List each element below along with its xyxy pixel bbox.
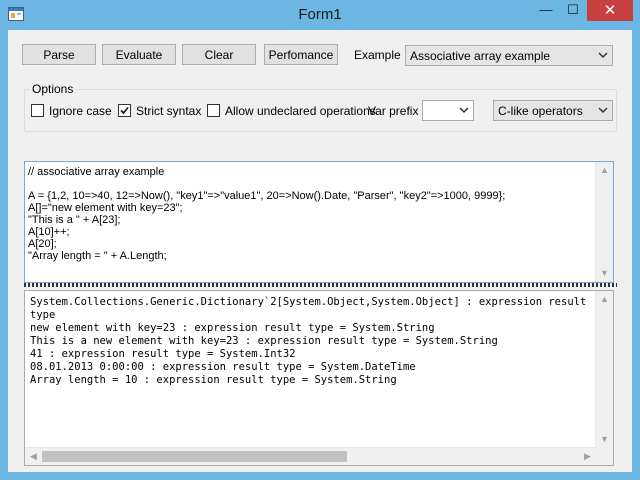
window: Form1 — ☐ ✕ Parse Evaluate Clear Perfoma… <box>0 0 640 480</box>
output-line: 41 : expression result type = System.Int… <box>30 348 296 360</box>
scroll-up-icon[interactable]: ▲ <box>596 162 613 179</box>
scrollbar-corner <box>596 448 613 465</box>
title-bar[interactable]: Form1 — ☐ ✕ <box>0 0 640 30</box>
clear-button[interactable]: Clear <box>182 44 256 65</box>
allow-undeclared-label: Allow undeclared operations <box>225 104 376 118</box>
output-horizontal-scrollbar[interactable]: ◀ ▶ <box>25 447 596 465</box>
chevron-down-icon <box>598 52 608 59</box>
code-line: A[10]++; <box>28 226 70 238</box>
example-select[interactable]: Associative array example <box>405 45 613 66</box>
check-icon <box>120 106 129 115</box>
output-line: new element with key=23 : expression res… <box>30 322 435 334</box>
allow-undeclared-checkbox[interactable] <box>207 104 220 117</box>
code-editor[interactable]: // associative array example A = {1,2, 1… <box>24 161 614 283</box>
ignore-case-checkbox[interactable] <box>31 104 44 117</box>
strict-syntax-checkbox[interactable] <box>118 104 131 117</box>
evaluate-button[interactable]: Evaluate <box>102 44 176 65</box>
operators-select[interactable]: C-like operators <box>493 100 613 121</box>
form-client-area: Parse Evaluate Clear Perfomance Example … <box>8 30 632 472</box>
output-line: System.Collections.Generic.Dictionary`2[… <box>30 296 587 321</box>
scroll-down-icon[interactable]: ▼ <box>596 431 613 448</box>
output-line: This is a new element with key=23 : expr… <box>30 335 498 347</box>
performance-button[interactable]: Perfomance <box>264 44 338 65</box>
code-line: "This is a " + A[23]; <box>28 214 121 226</box>
scroll-left-icon[interactable]: ◀ <box>25 448 42 465</box>
var-prefix-label: Var prefix <box>368 104 419 118</box>
code-line: A = {1,2, 10=>40, 12=>Now(), "key1"=>"va… <box>28 190 506 202</box>
code-lines: // associative array example A = {1,2, 1… <box>28 166 505 262</box>
scroll-down-icon[interactable]: ▼ <box>596 265 613 282</box>
code-line: "Array length = " + A.Length; <box>28 250 167 262</box>
example-select-value: Associative array example <box>410 49 551 63</box>
output-lines: System.Collections.Generic.Dictionary`2[… <box>30 296 613 387</box>
chevron-down-icon <box>459 107 469 114</box>
code-editor-vertical-scrollbar[interactable]: ▲ ▼ <box>595 162 613 282</box>
code-line: // associative array example <box>28 166 165 178</box>
horizontal-scroll-thumb[interactable] <box>42 451 347 462</box>
options-group: Options Ignore case Strict syntax Allow … <box>24 82 617 132</box>
code-line: A[20]; <box>28 238 57 250</box>
scroll-right-icon[interactable]: ▶ <box>579 448 596 465</box>
output-line: 08.01.2013 0:00:00 : expression result t… <box>30 361 416 373</box>
maximize-button[interactable]: ☐ <box>560 0 586 21</box>
parse-button[interactable]: Parse <box>22 44 96 65</box>
example-label: Example <box>354 48 401 62</box>
code-line: A[]="new element with key=23"; <box>28 202 183 214</box>
output-panel[interactable]: System.Collections.Generic.Dictionary`2[… <box>24 290 614 466</box>
splitter-handle[interactable] <box>24 283 617 287</box>
close-button[interactable]: ✕ <box>587 0 633 21</box>
strict-syntax-label: Strict syntax <box>136 104 202 118</box>
output-vertical-scrollbar[interactable]: ▲ ▼ <box>595 291 613 448</box>
operators-select-value: C-like operators <box>498 104 583 118</box>
scroll-up-icon[interactable]: ▲ <box>596 291 613 308</box>
options-group-label: Options <box>30 82 76 96</box>
var-prefix-select[interactable] <box>422 100 474 121</box>
chevron-down-icon <box>598 107 608 114</box>
minimize-button[interactable]: — <box>533 0 559 21</box>
output-line: Array length = 10 : expression result ty… <box>30 374 397 386</box>
ignore-case-label: Ignore case <box>49 104 112 118</box>
